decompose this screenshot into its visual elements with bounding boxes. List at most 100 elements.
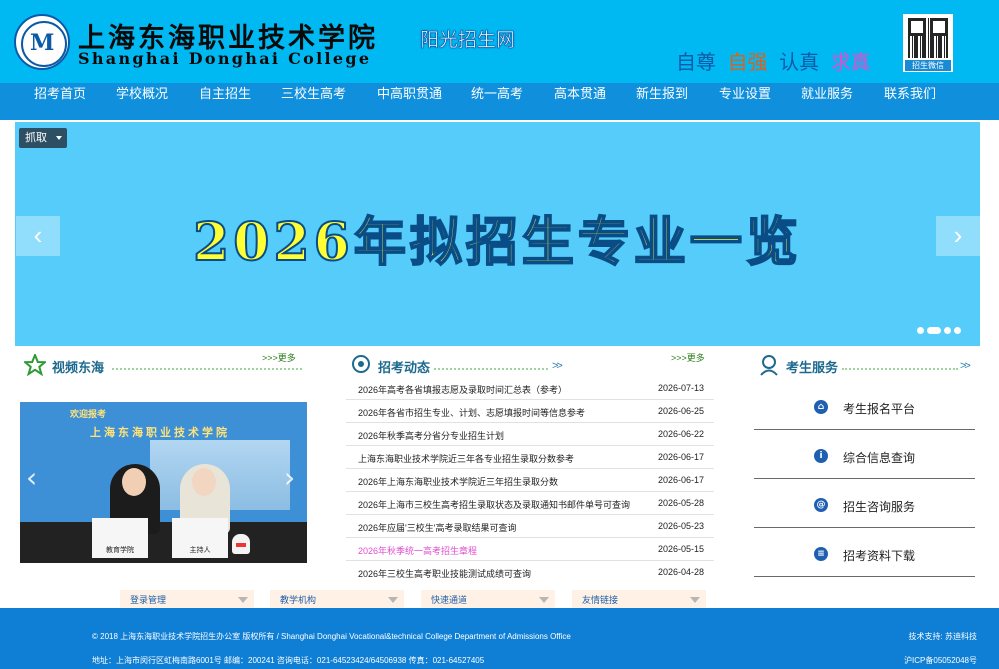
news-title[interactable]: 2026年各省市招生专业、计划、志愿填报时间等信息参考 — [358, 406, 585, 419]
service-label[interactable]: 综合信息查询 — [843, 449, 915, 466]
motto-2: 自强 — [727, 52, 768, 74]
nav-item-independent[interactable]: 自主招生 — [199, 83, 251, 120]
caret-down-icon — [388, 597, 398, 603]
news-item[interactable]: 2026年秋季高考分省分专业招生计划 2026-06-22 — [346, 423, 714, 446]
news-date: 2026-06-25 — [657, 406, 704, 416]
news-title[interactable]: 2026年上海东海职业技术学院近三年招生录取分数 — [358, 475, 558, 488]
news-item[interactable]: 2026年上海东海职业技术学院近三年招生录取分数 2026-06-17 — [346, 469, 714, 492]
video-player[interactable]: 欢迎报考 上海东海职业技术学院 教育学院 主持人 — [20, 402, 307, 563]
news-item[interactable]: 2026年上海市三校生高考招生录取状态及录取通知书邮件单号可查询 2026-05… — [346, 492, 714, 515]
sunshine-admission-title: 阳光招生网 — [420, 30, 516, 52]
news-section-header: 招考动态 >> — [350, 352, 720, 380]
qr-code-icon — [908, 18, 948, 58]
motto-4: 求真 — [830, 52, 871, 74]
link-label: 教学机构 — [280, 595, 317, 605]
banner-slider[interactable]: 2026年拟招生专业一览 — [15, 122, 980, 346]
news-more-link[interactable]: >>>更多 — [671, 351, 705, 364]
sign-right: 主持人 — [172, 518, 228, 558]
logo-english-name: Shanghai Donghai College — [78, 49, 372, 68]
nav-item-contact[interactable]: 联系我们 — [884, 83, 936, 120]
nav-item-high-undergrad[interactable]: 高本贯通 — [554, 83, 606, 120]
service-label[interactable]: 招生咨询服务 — [843, 498, 915, 515]
news-title[interactable]: 2026年秋季统一高考招生章程 — [358, 544, 477, 557]
caret-down-icon — [238, 597, 248, 603]
banner-next-button[interactable]: › — [936, 216, 980, 256]
header: M 上海东海职业技术学院 Shanghai Donghai College 阳光… — [0, 0, 999, 83]
caret-down-icon — [56, 136, 62, 140]
person-left-head — [122, 468, 146, 496]
news-date: 2026-05-28 — [657, 498, 704, 508]
nav-item-majors[interactable]: 专业设置 — [719, 83, 771, 120]
news-title[interactable]: 2026年高考各省填报志愿及录取时间汇总表（参考） — [358, 383, 567, 396]
service-item-consult[interactable]: @ 招生咨询服务 — [754, 498, 975, 528]
video-bg-text: 欢迎报考 — [70, 409, 107, 419]
home-icon: ⌂ — [814, 400, 828, 414]
news-date: 2026-06-22 — [657, 429, 704, 439]
nav-item-three-school[interactable]: 三校生高考 — [281, 83, 346, 120]
news-title[interactable]: 2026年三校生高考职业技能测试成绩可查询 — [358, 567, 531, 580]
friend-links-dropdown[interactable]: 友情链接 — [572, 590, 706, 608]
footer: © 2018 上海东海职业技术学院招生办公室 版权所有 / Shanghai D… — [0, 608, 999, 669]
main-nav: 招考首页 学校概况 自主招生 三校生高考 中高职贯通 统一高考 高本贯通 新生报… — [0, 83, 999, 120]
double-chevron-icon: >> — [960, 360, 971, 372]
divider — [112, 368, 302, 372]
nav-item-employment[interactable]: 就业服务 — [801, 83, 853, 120]
video-section-title: 视频东海 — [52, 360, 105, 375]
news-item[interactable]: 2026年各省市招生专业、计划、志愿填报时间等信息参考 2026-06-25 — [346, 400, 714, 423]
double-chevron-icon: >> — [552, 360, 563, 372]
nav-item-home[interactable]: 招考首页 — [34, 83, 86, 120]
qr-caption: 招生微信 — [905, 60, 951, 71]
link-label: 登录管理 — [130, 595, 167, 605]
service-label[interactable]: 招考资料下载 — [843, 547, 915, 564]
link-label: 友情链接 — [582, 595, 619, 605]
banner-dot-2[interactable] — [927, 327, 941, 335]
news-title[interactable]: 2026年应届'三校生'高考录取结果可查询 — [358, 521, 516, 534]
video-bg-title: 上海东海职业技术学院 — [90, 426, 230, 439]
sign-left: 教育学院 — [92, 518, 148, 558]
grab-label: 抓取 — [25, 132, 47, 144]
video-more-link[interactable]: >>>更多 — [262, 351, 296, 364]
news-title[interactable]: 上海东海职业技术学院近三年各专业招生录取分数参考 — [358, 452, 574, 465]
quick-access-dropdown[interactable]: 快速通道 — [421, 590, 555, 608]
news-item[interactable]: 2026年三校生高考职业技能测试成绩可查询 2026-04-28 — [346, 561, 714, 584]
news-item[interactable]: 上海东海职业技术学院近三年各专业招生录取分数参考 2026-06-17 — [346, 446, 714, 469]
star-icon — [24, 354, 46, 376]
footer-tech-support[interactable]: 技术支持: 苏迪科技 — [909, 631, 977, 642]
service-section-header: 考生服务 >> — [758, 352, 978, 380]
nav-item-unified-exam[interactable]: 统一高考 — [471, 83, 523, 120]
college-logo[interactable]: M 上海东海职业技术学院 Shanghai Donghai College — [14, 12, 384, 72]
news-title[interactable]: 2026年秋季高考分省分专业招生计划 — [358, 429, 504, 442]
footer-icp[interactable]: 沪ICP备05052048号 — [904, 655, 977, 666]
college-emblem-icon: M — [14, 14, 70, 70]
news-date: 2026-07-13 — [657, 383, 704, 393]
news-item[interactable]: 2026年高考各省填报志愿及录取时间汇总表（参考） 2026-07-13 — [346, 377, 714, 400]
nav-item-about[interactable]: 学校概况 — [116, 83, 168, 120]
service-item-register[interactable]: ⌂ 考生报名平台 — [754, 400, 975, 430]
footer-address: 地址：上海市闵行区虹梅南路6001号 邮编：200241 咨询电话：021-64… — [92, 656, 485, 665]
service-item-download[interactable]: ≡ 招考资料下载 — [754, 547, 975, 577]
login-management-dropdown[interactable]: 登录管理 — [120, 590, 254, 608]
lucky-cat-icon — [232, 534, 250, 554]
teaching-dept-dropdown[interactable]: 教学机构 — [270, 590, 404, 608]
video-prev-button[interactable]: ‹ — [26, 461, 37, 494]
news-title[interactable]: 2026年上海市三校生高考招生录取状态及录取通知书邮件单号可查询 — [358, 498, 630, 511]
news-item[interactable]: 2026年应届'三校生'高考录取结果可查询 2026-05-23 — [346, 515, 714, 538]
grab-dropdown[interactable]: 抓取 — [19, 128, 67, 148]
news-date: 2026-06-17 — [657, 452, 704, 462]
nav-item-secondary-vocational[interactable]: 中高职贯通 — [377, 83, 442, 120]
person-icon — [760, 355, 778, 376]
video-next-button[interactable]: › — [284, 461, 295, 494]
service-section-title: 考生服务 — [786, 360, 839, 375]
service-label[interactable]: 考生报名平台 — [843, 400, 915, 417]
divider — [434, 368, 548, 372]
news-item[interactable]: 2026年秋季统一高考招生章程 2026-05-15 — [346, 538, 714, 561]
service-item-info-query[interactable]: i 综合信息查询 — [754, 449, 975, 479]
nav-item-registration[interactable]: 新生报到 — [636, 83, 688, 120]
banner-title: 2026年拟招生专业一览 — [192, 211, 802, 274]
footer-copyright: © 2018 上海东海职业技术学院招生办公室 版权所有 / Shanghai D… — [92, 632, 571, 641]
banner-prev-button[interactable]: ‹ — [16, 216, 60, 256]
motto-1: 自尊 — [676, 52, 716, 74]
person-right-head — [192, 468, 216, 496]
info-icon: i — [814, 449, 828, 463]
caret-down-icon — [539, 597, 549, 603]
